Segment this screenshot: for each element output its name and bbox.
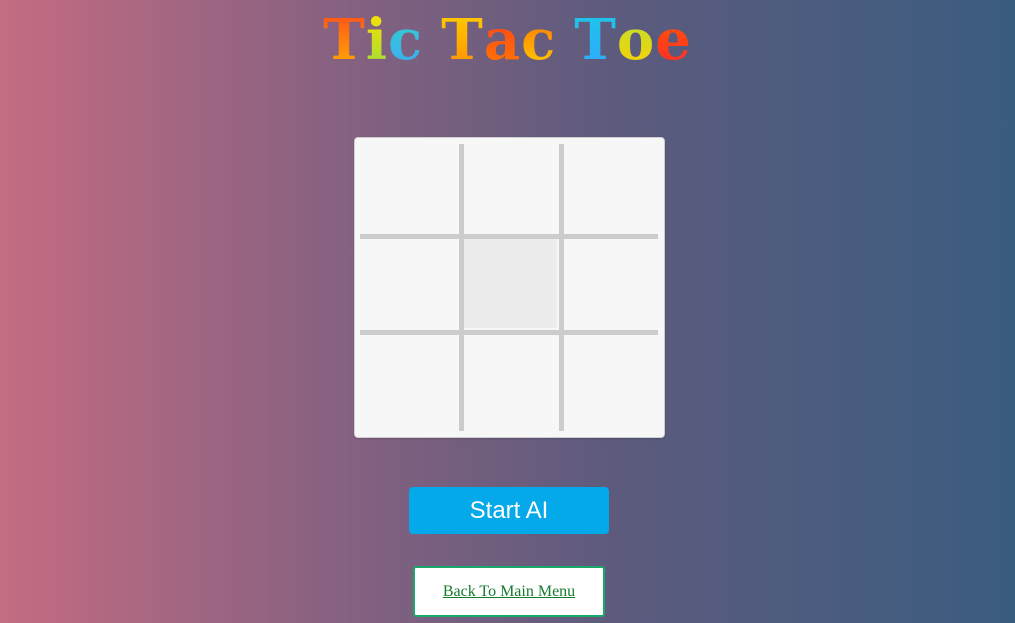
grid-line-vertical xyxy=(459,144,464,431)
title-letter: i xyxy=(365,7,389,73)
board-cell-9[interactable] xyxy=(562,333,658,423)
back-to-main-menu-button[interactable]: Back To Main Menu xyxy=(413,566,605,617)
grid-line-horizontal xyxy=(360,330,658,335)
start-ai-button[interactable]: Start AI xyxy=(409,487,609,534)
title-letter: e xyxy=(655,7,692,73)
title-letter: o xyxy=(616,7,656,73)
board-cell-1[interactable] xyxy=(360,143,456,233)
board-cell-2[interactable] xyxy=(461,143,557,233)
board-cell-7[interactable] xyxy=(360,333,456,423)
board-cell-6[interactable] xyxy=(562,238,658,328)
title-letter: c xyxy=(388,7,424,73)
game-title: Tic Tac Toe xyxy=(0,8,1015,72)
title-letter: T xyxy=(441,7,484,73)
title-letter: a xyxy=(483,7,522,73)
board-cell-4[interactable] xyxy=(360,238,456,328)
board-cell-5[interactable] xyxy=(461,238,557,328)
board-cell-3[interactable] xyxy=(562,143,658,233)
grid-line-horizontal xyxy=(360,234,658,239)
grid-line-vertical xyxy=(559,144,564,431)
title-letter: c xyxy=(521,7,557,73)
game-board xyxy=(354,137,665,438)
title-letter: T xyxy=(323,7,366,73)
board-cell-8[interactable] xyxy=(461,333,557,423)
title-letter: T xyxy=(574,7,617,73)
